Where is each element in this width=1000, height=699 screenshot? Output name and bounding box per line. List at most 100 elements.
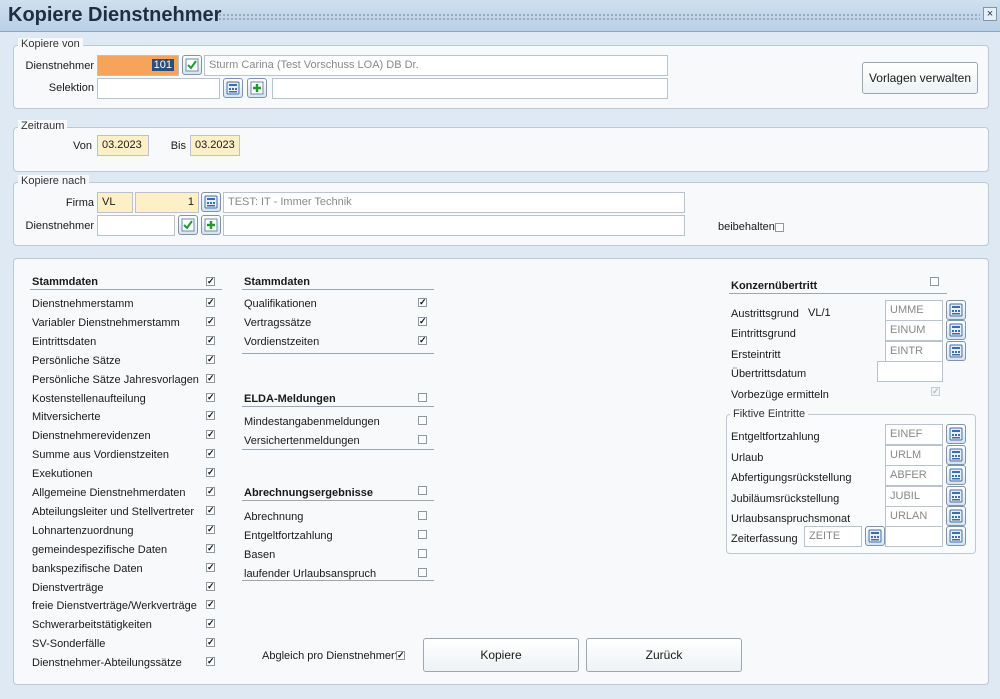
fiktive-row-lookup-button[interactable] — [946, 465, 966, 485]
option-checkbox[interactable] — [418, 530, 427, 539]
option-row[interactable]: Persönliche Sätze ✓ — [30, 352, 222, 371]
zeiterfassung-lookup-button[interactable] — [865, 526, 885, 546]
confirm-dienstnehmer-button[interactable] — [182, 55, 202, 75]
option-checkbox[interactable]: ✓ — [418, 298, 427, 307]
option-checkbox[interactable]: ✓ — [206, 468, 215, 478]
option-row[interactable]: Lohnartenzuordnung ✓ — [30, 522, 222, 541]
zeiterfassung-lookup-button-2[interactable] — [946, 526, 966, 546]
option-row[interactable]: Basen — [242, 546, 434, 565]
ersteintritt-input[interactable]: EINTR — [885, 341, 943, 362]
option-row[interactable]: Dienstnehmerstamm ✓ — [30, 295, 222, 314]
option-row[interactable]: Variabler Dienstnehmerstamm ✓ — [30, 314, 222, 333]
zeiterfassung-input-2[interactable] — [885, 526, 943, 547]
option-row[interactable]: Kostenstellenaufteilung ✓ — [30, 390, 222, 409]
option-row[interactable]: gemeindespezifische Daten ✓ — [30, 541, 222, 560]
dienstnehmer-id-field[interactable]: 101 — [97, 55, 179, 76]
nach-dienstnehmer-name-field[interactable] — [223, 215, 685, 236]
vorbezuege-checkbox[interactable]: ✓ — [931, 387, 940, 396]
fiktive-row-lookup-button[interactable] — [946, 444, 966, 465]
bis-input[interactable]: 03.2023 — [190, 135, 240, 156]
option-checkbox[interactable]: ✓ — [206, 316, 215, 326]
option-row[interactable]: Schwerarbeitstätigkeiten ✓ — [30, 616, 222, 635]
option-row[interactable]: Exekutionen ✓ — [30, 465, 222, 484]
option-row[interactable]: Vordienstzeiten ✓ — [242, 333, 434, 352]
ersteintritt-lookup-button[interactable] — [946, 341, 966, 361]
option-row[interactable]: SV-Sonderfälle ✓ — [30, 635, 222, 654]
austrittsgrund-input[interactable]: UMME — [885, 300, 943, 321]
nach-dienstnehmer-input[interactable] — [97, 215, 175, 236]
zurueck-button[interactable]: Zurück — [586, 638, 742, 672]
option-checkbox[interactable]: ✓ — [206, 619, 215, 629]
option-row[interactable]: Entgeltfortzahlung — [242, 527, 434, 546]
option-row[interactable]: Abteilungsleiter und Stellvertreter ✓ — [30, 503, 222, 522]
selektion-lookup-button[interactable] — [223, 78, 243, 98]
option-checkbox[interactable] — [418, 549, 427, 558]
option-row[interactable]: Dienstnehmer-Abteilungssätze ✓ — [30, 654, 222, 673]
option-row[interactable]: laufender Urlaubsanspruch — [242, 565, 434, 584]
option-checkbox[interactable]: ✓ — [206, 411, 215, 421]
vorlagen-verwalten-button[interactable]: Vorlagen verwalten — [862, 62, 978, 94]
dienstnehmer-name-field[interactable]: Sturm Carina (Test Vorschuss LOA) DB Dr. — [204, 55, 668, 76]
fiktive-row-lookup-button[interactable] — [946, 424, 966, 444]
option-checkbox[interactable]: ✓ — [206, 335, 215, 345]
eintrittsgrund-input[interactable]: EINUM — [885, 320, 943, 341]
nach-dienstnehmer-add-button[interactable] — [201, 215, 221, 235]
beibehalten-checkbox[interactable] — [775, 223, 784, 232]
option-row[interactable]: bankspezifische Daten ✓ — [30, 560, 222, 579]
option-checkbox[interactable]: ✓ — [206, 524, 215, 534]
option-checkbox[interactable]: ✓ — [206, 581, 215, 591]
option-checkbox[interactable]: ✓ — [206, 373, 215, 383]
option-checkbox[interactable]: ✓ — [206, 354, 215, 364]
option-checkbox[interactable]: ✓ — [418, 317, 427, 326]
option-checkbox[interactable]: ✓ — [418, 336, 427, 345]
nach-dienstnehmer-confirm-button[interactable] — [178, 215, 198, 235]
option-row[interactable]: Qualifikationen ✓ — [242, 295, 434, 314]
fiktive-row-lookup-button[interactable] — [946, 506, 966, 526]
option-checkbox[interactable]: ✓ — [206, 562, 215, 572]
firma-number-input[interactable]: 1 — [135, 192, 199, 213]
abrechnung-header-checkbox[interactable] — [418, 486, 427, 495]
option-row[interactable]: Persönliche Sätze Jahresvorlagen ✓ — [30, 371, 222, 390]
eintrittsgrund-lookup-button[interactable] — [946, 320, 966, 340]
option-row[interactable]: Eintrittsdaten ✓ — [30, 333, 222, 352]
option-checkbox[interactable]: ✓ — [206, 543, 215, 553]
option-row[interactable]: Dienstnehmerevidenzen ✓ — [30, 427, 222, 446]
fiktive-row-input[interactable]: URLM — [885, 444, 943, 466]
option-checkbox[interactable]: ✓ — [206, 505, 215, 515]
stammdaten-left-header-checkbox[interactable]: ✓ — [206, 277, 215, 286]
option-checkbox[interactable]: ✓ — [206, 657, 215, 667]
option-checkbox[interactable] — [418, 511, 427, 520]
kopiere-button[interactable]: Kopiere — [423, 638, 579, 672]
option-checkbox[interactable]: ✓ — [206, 392, 215, 402]
close-icon[interactable]: × — [983, 7, 997, 21]
uebertrittsdatum-input[interactable] — [877, 361, 943, 382]
firma-lookup-button[interactable] — [201, 192, 221, 212]
option-checkbox[interactable]: ✓ — [206, 487, 215, 496]
option-row[interactable]: Vertragssätze ✓ — [242, 314, 434, 333]
abgleich-checkbox[interactable]: ✓ — [396, 651, 405, 660]
option-row[interactable]: Mindestangabenmeldungen — [242, 413, 434, 432]
option-row[interactable]: Allgemeine Dienstnehmerdaten ✓ — [30, 484, 222, 503]
konzern-header-checkbox[interactable] — [930, 277, 939, 286]
selektion-text-field[interactable] — [272, 78, 668, 99]
von-input[interactable]: 03.2023 — [97, 135, 149, 156]
elda-header-checkbox[interactable] — [418, 393, 427, 402]
fiktive-row-input[interactable]: URLAN — [885, 506, 943, 527]
firma-code-input[interactable]: VL — [97, 192, 133, 213]
option-row[interactable]: Abrechnung — [242, 508, 434, 527]
option-checkbox[interactable] — [418, 416, 427, 425]
fiktive-row-input[interactable]: JUBIL — [885, 485, 943, 507]
selektion-add-button[interactable] — [247, 78, 267, 98]
option-row[interactable]: Summe aus Vordienstzeiten ✓ — [30, 446, 222, 465]
option-row[interactable]: Dienstverträge ✓ — [30, 579, 222, 598]
fiktive-row-input[interactable]: EINEF — [885, 424, 943, 445]
option-checkbox[interactable]: ✓ — [206, 638, 215, 648]
option-checkbox[interactable] — [418, 568, 427, 577]
option-checkbox[interactable]: ✓ — [206, 600, 215, 610]
option-checkbox[interactable]: ✓ — [206, 298, 215, 307]
option-checkbox[interactable] — [418, 435, 427, 444]
zeiterfassung-input[interactable]: ZEITE — [804, 526, 862, 547]
fiktive-row-input[interactable]: ABFER — [885, 465, 943, 486]
austrittsgrund-lookup-button[interactable] — [946, 300, 966, 320]
option-checkbox[interactable]: ✓ — [206, 430, 215, 440]
